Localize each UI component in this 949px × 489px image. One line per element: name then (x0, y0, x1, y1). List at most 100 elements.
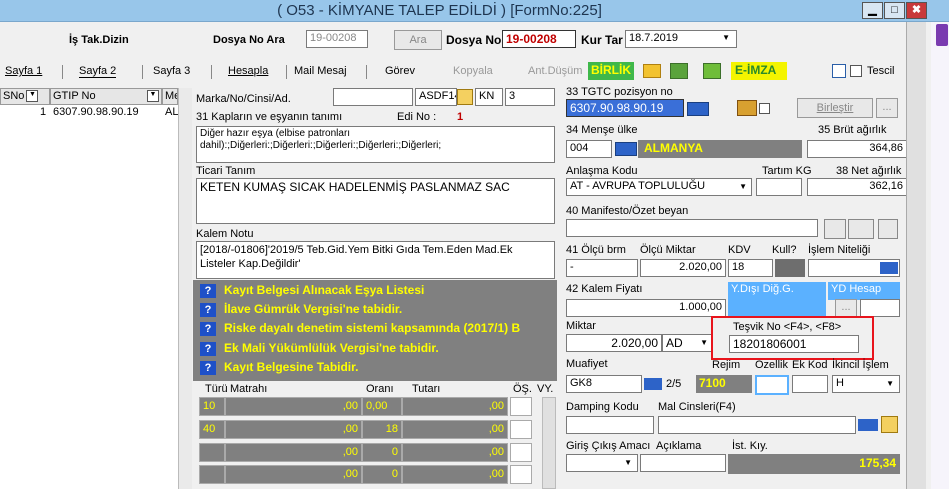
ozellik-input[interactable] (755, 375, 789, 395)
question-icon: ? (200, 303, 216, 317)
grid-header-me[interactable]: Me (162, 88, 178, 105)
upload-icon[interactable] (670, 63, 688, 79)
table-row[interactable]: 1 6307.90.98.90.19 AL (0, 106, 178, 122)
mal-lookup-icon[interactable] (858, 419, 878, 431)
box-icon[interactable] (737, 100, 757, 116)
list-icon[interactable] (824, 219, 846, 239)
ara-button[interactable]: Ara (394, 30, 442, 50)
kn-input[interactable]: KN (475, 88, 503, 106)
close-button[interactable]: ✖ (906, 2, 927, 19)
miktar-label: Miktar (566, 320, 596, 332)
kull-field[interactable] (775, 259, 805, 277)
tartim-input[interactable] (756, 178, 802, 196)
tgtc-checkbox[interactable] (759, 103, 770, 114)
kalem-fiyati-label: 42 Kalem Fiyatı (566, 283, 643, 295)
muafiyet-input[interactable]: GK8 (566, 375, 642, 393)
tax-header-orani: Oranı (366, 383, 394, 395)
kur-tar-select[interactable]: 18.7.2019 ▼ (625, 30, 737, 48)
blank-button[interactable] (848, 219, 874, 239)
kalem-notu-input[interactable]: [2018/-01806]'2019/5 Teb.Gid.Yem Bitki G… (196, 241, 555, 279)
is-takip-label[interactable]: İş Tak.Dizin (69, 34, 129, 46)
edino-value: 1 (457, 111, 464, 123)
tgtc-input[interactable]: 6307.90.98.90.19 (566, 99, 684, 117)
miktar-unit-select[interactable]: AD ▼ (662, 334, 712, 352)
divider (211, 65, 212, 79)
more-button[interactable]: ... (876, 98, 898, 118)
open-icon[interactable] (703, 63, 721, 79)
grid-body (0, 105, 178, 489)
mense-lookup-icon[interactable] (615, 142, 637, 156)
edit-icon[interactable] (457, 89, 473, 105)
edit-icon[interactable] (881, 416, 898, 433)
miktar-input[interactable]: 2.020,00 (566, 334, 662, 352)
muafiyet-lookup-icon[interactable] (644, 378, 662, 390)
damping-input[interactable] (566, 416, 654, 434)
transfer-icon[interactable] (878, 219, 898, 239)
e-imza-button[interactable]: E-İMZA (731, 62, 787, 80)
ikincil-islem-select[interactable]: H ▼ (832, 375, 900, 393)
chevron-down-icon: ▼ (700, 338, 708, 347)
kdv-label: KDV (728, 244, 751, 256)
muafiyet-label: Muafiyet (566, 358, 608, 370)
mense-code-input[interactable]: 004 (566, 140, 612, 158)
brut-input[interactable]: 364,86 (807, 140, 907, 158)
muafiyet-page: 2/5 (666, 378, 682, 390)
ydhesap-more-button[interactable]: ... (835, 299, 857, 317)
tescil-checkbox[interactable] (850, 65, 862, 77)
scrollbar[interactable] (906, 22, 926, 489)
net-input[interactable]: 362,16 (807, 178, 907, 196)
dosya-no-label: Dosya No (446, 33, 502, 47)
islem-lookup-icon[interactable] (880, 262, 898, 274)
tab-sayfa2[interactable]: Sayfa 2 (79, 65, 117, 78)
birlestir-button[interactable]: Birleştir (797, 98, 873, 118)
ozellik-label: Ozellik (755, 359, 789, 371)
chevron-down-icon[interactable]: ▼ (26, 90, 39, 103)
ydhesap-input[interactable] (860, 299, 900, 317)
side-strip (931, 22, 949, 489)
kalem-fiyati-input[interactable]: 1.000,00 (566, 299, 726, 317)
olcu-miktar-input[interactable]: 2.020,00 (640, 259, 726, 277)
ticari-input[interactable]: KETEN KUMAŞ SICAK HADELENMİŞ PASLANMAZ S… (196, 178, 555, 224)
giris-cikis-select[interactable]: ▼ (566, 454, 638, 472)
search-doc-icon[interactable] (832, 64, 846, 78)
olcu-brm-input[interactable]: - (566, 259, 638, 277)
tab-sayfa3[interactable]: Sayfa 3 (153, 65, 190, 77)
tab-hesapla[interactable]: Hesapla (228, 65, 268, 77)
minimize-button[interactable]: ▁ (862, 2, 883, 19)
tab-mail-mesaj[interactable]: Mail Mesaj (294, 65, 347, 77)
folder-icon[interactable] (643, 64, 661, 78)
chevron-down-icon: ▼ (624, 458, 632, 467)
tab-kopyala[interactable]: Kopyala (453, 65, 493, 77)
dosya-no-value[interactable]: 19-00208 (502, 30, 576, 48)
chevron-down-icon[interactable]: ▼ (147, 90, 159, 102)
marka-input[interactable] (333, 88, 413, 106)
anlasma-select[interactable]: AT - AVRUPA TOPLULUĞU ▼ (566, 178, 752, 196)
scrollbar[interactable] (178, 88, 192, 489)
kdv-input[interactable]: 18 (728, 259, 773, 277)
chevron-down-icon: ▼ (886, 379, 894, 388)
mal-cinsleri-input[interactable] (658, 416, 856, 434)
divider (366, 65, 367, 79)
grid-header-sno[interactable]: SNo ▼ (0, 88, 50, 105)
tgtc-label: 33 TGTC pozisyon no (566, 86, 673, 98)
ek-kod-input[interactable] (792, 375, 828, 393)
asdf-input[interactable]: ASDF14 (415, 88, 457, 106)
warning-item: ? İlave Gümrük Vergisi'ne tabidir. (196, 301, 554, 320)
maximize-button[interactable]: □ (884, 2, 905, 19)
tescil-label: Tescil (867, 65, 895, 77)
kn-number-input[interactable]: 3 (505, 88, 555, 106)
tab-ant-dusum[interactable]: Ant.Düşüm (528, 65, 582, 77)
birlik-button[interactable]: BİRLİK (588, 62, 634, 80)
ist-kiy-label: İst. Kıy. (732, 440, 768, 452)
ydhesap-label: YD Hesap (828, 282, 900, 300)
scrollbar[interactable] (542, 397, 556, 489)
aciklama-input[interactable] (640, 454, 726, 472)
tax-header-os: ÖŞ. (513, 383, 532, 395)
manifesto-input[interactable] (566, 219, 818, 237)
grid-header-gtip[interactable]: GTIP No ▼ (50, 88, 162, 105)
dosya-no-ara-input[interactable]: 19-00208 (306, 30, 368, 48)
esya-description[interactable]: Diğer hazır eşya (elbise patronları dahi… (196, 126, 555, 163)
tab-sayfa1[interactable]: Sayfa 1 (5, 65, 42, 77)
tab-gorev[interactable]: Görev (385, 65, 415, 77)
tgtc-lookup-icon[interactable] (687, 102, 709, 116)
